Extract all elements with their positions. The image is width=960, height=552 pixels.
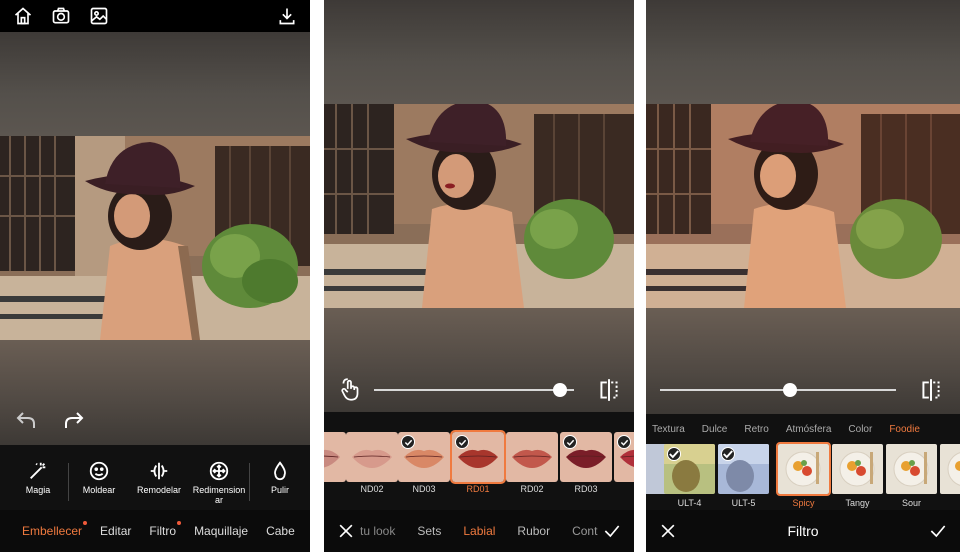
lipstick-swatch[interactable] (324, 432, 346, 482)
filter-intensity-slider[interactable] (660, 383, 896, 397)
filter-label: ULT-5 (731, 498, 756, 508)
lipstick-label: R (614, 484, 634, 494)
home-icon[interactable] (12, 5, 34, 27)
intensity-slider-row (324, 370, 634, 410)
cat-textura[interactable]: Textura (652, 424, 685, 435)
lipstick-label: ND02 (360, 484, 384, 494)
cat-retro[interactable]: Retro (744, 424, 768, 435)
tab-embellecer[interactable]: Embellecer (22, 521, 88, 538)
phone-screen-filter: Textura Dulce Retro Atmósfera Color Food… (646, 0, 960, 552)
photo-canvas[interactable] (324, 0, 634, 412)
new-badge (177, 521, 182, 525)
filter-label: Spicy (792, 498, 815, 508)
filter-label: Sour (901, 498, 921, 508)
cat-color[interactable]: Color (848, 424, 872, 435)
slider-knob[interactable] (553, 383, 567, 397)
downloaded-check-icon (617, 435, 631, 449)
lipstick-label: RD01 (466, 484, 490, 494)
redo-icon[interactable] (62, 408, 86, 432)
close-icon[interactable] (336, 521, 356, 541)
photo-canvas[interactable] (646, 0, 960, 414)
tool-moldear[interactable]: Moldear (69, 457, 129, 495)
filter-thumbnail[interactable] (940, 444, 960, 494)
gallery-icon[interactable] (88, 5, 110, 27)
top-toolbar (0, 0, 310, 32)
tab-labial[interactable]: Labial (463, 524, 495, 538)
lipstick-shades: 1 ND02 ND03 RD01 RD02 RD03 R (324, 412, 634, 510)
lipstick-label: ND03 (412, 484, 436, 494)
filter-thumbnail[interactable] (664, 444, 715, 494)
downloaded-check-icon (455, 435, 469, 449)
face-icon (69, 457, 129, 485)
close-icon[interactable] (658, 521, 678, 541)
filter-thumbnail[interactable] (718, 444, 769, 494)
filter-bottom-bar: Filtro (646, 510, 960, 552)
tool-redimensionar[interactable]: Redimension ar (189, 457, 249, 505)
resize-icon (189, 457, 249, 485)
tool-remodelar[interactable]: Remodelar (129, 457, 189, 495)
tab-tu-look[interactable]: tu look (360, 524, 395, 538)
compare-icon[interactable] (918, 377, 944, 403)
filter-label: Tangy (845, 498, 870, 508)
downloaded-check-icon (667, 447, 681, 461)
slider-knob[interactable] (782, 383, 797, 397)
filter-categories: Textura Dulce Retro Atmósfera Color Food… (646, 424, 960, 435)
confirm-check-icon[interactable] (602, 521, 622, 541)
lipstick-label: RD02 (520, 484, 544, 494)
tab-editar[interactable]: Editar (100, 524, 131, 538)
manual-touch-icon[interactable] (338, 377, 364, 403)
tool-pulir[interactable]: Pulir (250, 457, 310, 495)
lipstick-swatch[interactable] (560, 432, 612, 482)
filter-thumbnail[interactable] (886, 444, 937, 494)
tab-contorno[interactable]: Cont (572, 524, 597, 538)
lipstick-swatch[interactable] (614, 432, 634, 482)
downloaded-check-icon (401, 435, 415, 449)
compare-icon[interactable] (596, 377, 622, 403)
history-controls (14, 408, 86, 432)
drop-icon (250, 457, 310, 485)
lipstick-swatch[interactable] (398, 432, 450, 482)
beautify-tools: Magia Moldear Remodelar Redimension ar P… (0, 445, 310, 510)
tab-filtro[interactable]: Filtro (149, 521, 182, 538)
reshape-icon (129, 457, 189, 485)
lipstick-label: RD03 (574, 484, 598, 494)
filter-label: ULT-4 (677, 498, 702, 508)
downloaded-check-icon (563, 435, 577, 449)
lipstick-swatch[interactable] (506, 432, 558, 482)
confirm-check-icon[interactable] (928, 521, 948, 541)
magic-wand-icon (8, 457, 68, 485)
phone-screen-beautify: Magia Moldear Remodelar Redimension ar P… (0, 0, 310, 552)
filter-intensity-row (646, 370, 960, 410)
filter-thumbnail[interactable] (832, 444, 883, 494)
filter-thumbnail[interactable] (776, 442, 831, 496)
tab-sets[interactable]: Sets (417, 524, 441, 538)
lipstick-label: 1 (324, 484, 346, 494)
lipstick-swatch[interactable] (450, 430, 506, 484)
makeup-bottom-bar: tu look Sets Labial Rubor Cont (324, 510, 634, 552)
camera-icon[interactable] (50, 5, 72, 27)
cat-dulce[interactable]: Dulce (702, 424, 728, 435)
tab-cabello[interactable]: Cabe (266, 524, 295, 538)
screen-title: Filtro (787, 523, 819, 539)
cat-atmosfera[interactable]: Atmósfera (786, 424, 832, 435)
downloaded-check-icon (721, 447, 735, 461)
download-icon[interactable] (276, 5, 298, 27)
filter-strip: Textura Dulce Retro Atmósfera Color Food… (646, 414, 960, 510)
tab-maquillaje[interactable]: Maquillaje (194, 524, 248, 538)
undo-icon[interactable] (14, 408, 38, 432)
portrait-photo (0, 136, 310, 340)
intensity-slider[interactable] (374, 383, 574, 397)
tool-magia[interactable]: Magia (8, 457, 68, 495)
portrait-photo (324, 104, 634, 308)
portrait-photo-filtered (646, 104, 960, 308)
editor-tabs: Embellecer Editar Filtro Maquillaje Cabe (0, 510, 310, 552)
new-badge (83, 521, 88, 525)
tab-rubor[interactable]: Rubor (517, 524, 550, 538)
phone-screen-makeup: 1 ND02 ND03 RD01 RD02 RD03 R tu look Sets Labi… (324, 0, 634, 552)
photo-canvas[interactable] (0, 32, 310, 445)
makeup-tabs: tu look Sets Labial Rubor Cont (360, 524, 597, 538)
lipstick-swatch[interactable] (346, 432, 398, 482)
cat-foodie[interactable]: Foodie (889, 424, 920, 435)
filter-label: S (940, 498, 960, 508)
